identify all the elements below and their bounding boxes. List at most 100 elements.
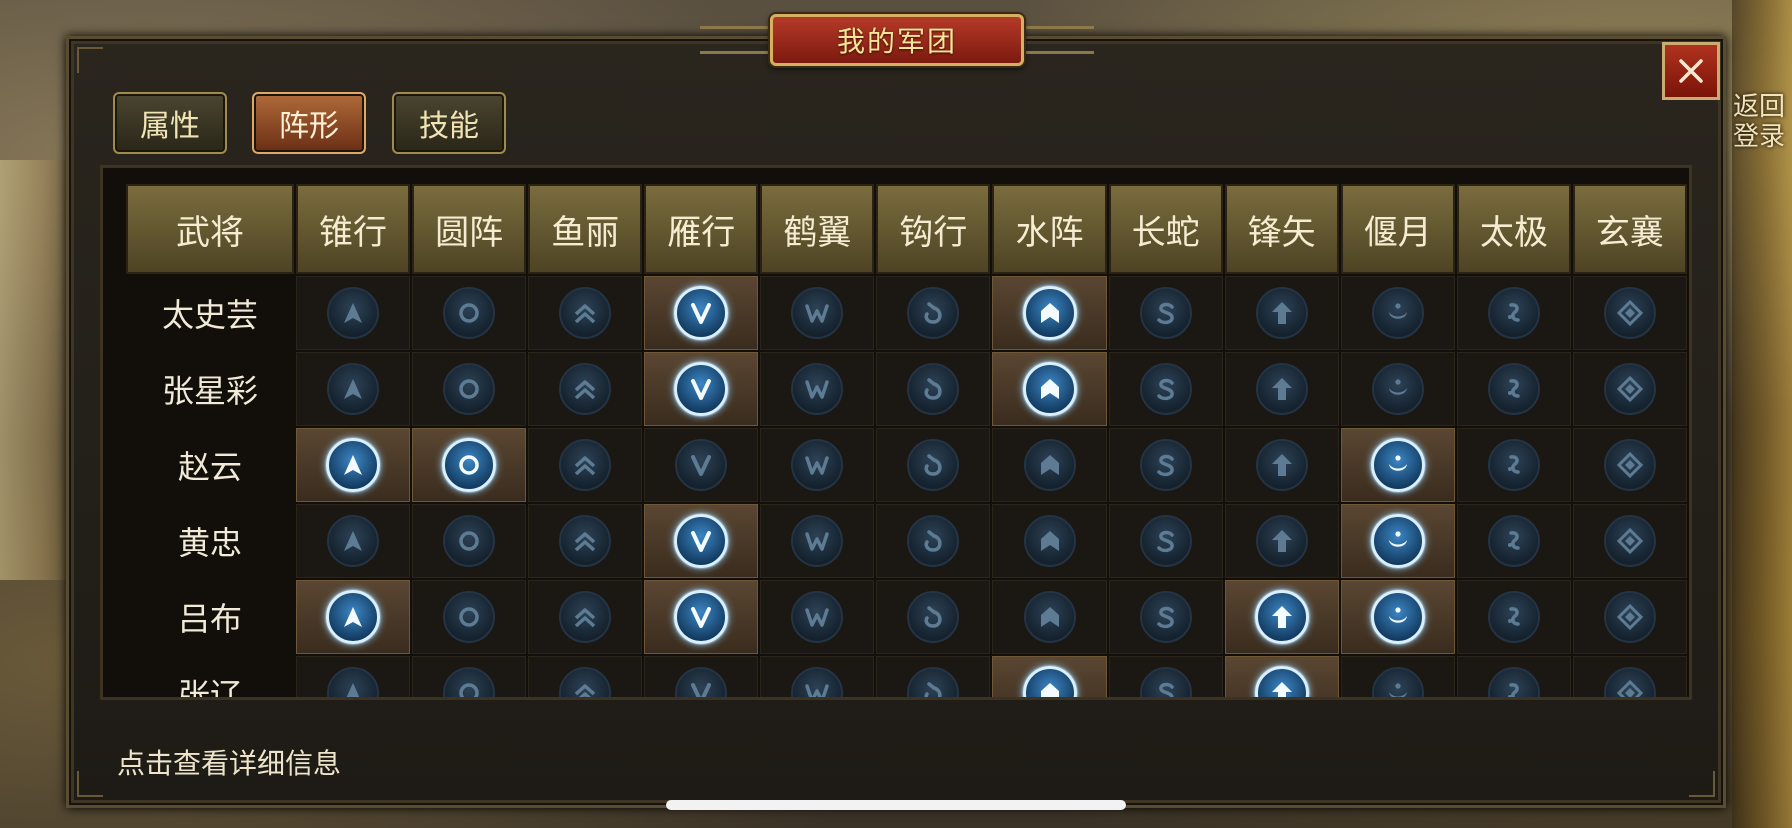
formation-cell[interactable] [1108,656,1223,697]
formation-cell[interactable] [644,428,759,502]
title-ornament-left [700,26,770,54]
formation-cell[interactable] [412,352,527,426]
formation-cell[interactable] [412,276,527,350]
formation-cell[interactable] [1456,656,1571,697]
formation-cell[interactable] [1224,428,1339,502]
formation-cell[interactable] [1572,428,1687,502]
formation-cell[interactable] [1224,580,1339,654]
formation-cell[interactable] [992,352,1107,426]
header-formation: 长蛇 [1108,184,1223,274]
formation-cell[interactable] [644,504,759,578]
house-icon [1040,455,1059,475]
crescent-icon [1388,379,1407,395]
tab-attributes[interactable]: 属性 [113,92,227,154]
formation-cell[interactable] [1224,276,1339,350]
formation-cell[interactable] [760,276,875,350]
formation-cell[interactable] [1224,504,1339,578]
formation-cell[interactable] [295,352,411,426]
formation-cell[interactable] [1572,504,1687,578]
formation-cell[interactable] [876,580,991,654]
formation-cell[interactable] [295,504,411,578]
formation-cell[interactable] [1340,352,1455,426]
close-button[interactable] [1662,42,1720,100]
formation-cell[interactable] [528,352,643,426]
v-icon [691,379,712,400]
formation-cell[interactable] [644,352,759,426]
table-row[interactable]: 张星彩 [126,352,1687,426]
formation-cell[interactable] [876,428,991,502]
formation-cell[interactable] [876,656,991,697]
formation-cell[interactable] [1108,504,1223,578]
home-indicator[interactable] [666,800,1126,810]
formation-cell[interactable] [760,504,875,578]
formation-icon [1255,439,1308,491]
formation-cell[interactable] [295,276,411,350]
formation-cell[interactable] [1456,504,1571,578]
tab-formation[interactable]: 阵形 [252,92,366,154]
formation-cell[interactable] [1108,352,1223,426]
formation-cell[interactable] [1572,580,1687,654]
formation-cell[interactable] [295,656,411,697]
formation-cell[interactable] [1108,428,1223,502]
formation-icon [1022,286,1077,340]
formation-cell[interactable] [412,656,527,697]
formation-cell[interactable] [760,656,875,697]
formation-cell[interactable] [1572,276,1687,350]
formation-cell[interactable] [528,656,643,697]
formation-cell[interactable] [1340,580,1455,654]
formation-cell[interactable] [412,504,527,578]
formation-cell[interactable] [1224,352,1339,426]
formation-cell[interactable] [528,580,643,654]
formation-cell[interactable] [876,504,991,578]
formation-cell[interactable] [644,656,759,697]
table-row[interactable]: 太史芸 [126,276,1687,350]
formation-cell[interactable] [1456,352,1571,426]
formation-cell[interactable] [412,580,527,654]
formation-cell[interactable] [1456,580,1571,654]
title-ornament-right [1024,26,1094,54]
formation-cell[interactable] [876,352,991,426]
formation-cell[interactable] [992,580,1107,654]
formation-cell[interactable] [992,504,1107,578]
s-icon [1156,606,1174,629]
formation-cell[interactable] [644,276,759,350]
formation-cell[interactable] [760,352,875,426]
formation-cell[interactable] [528,276,643,350]
arrow-up-icon [344,455,363,475]
formation-cell[interactable] [1108,580,1223,654]
formation-cell[interactable] [992,656,1107,697]
table-row[interactable]: 黄忠 [126,504,1687,578]
formation-cell[interactable] [1340,276,1455,350]
formation-cell[interactable] [760,428,875,502]
formation-cell[interactable] [1108,276,1223,350]
formation-icon [1023,439,1076,491]
formation-cell[interactable] [1224,656,1339,697]
return-login-button[interactable]: 返回登录 [1732,92,1786,152]
table-row[interactable]: 吕布 [126,580,1687,654]
formation-cell[interactable] [295,580,411,654]
formation-cell[interactable] [1572,656,1687,697]
formation-cell[interactable] [992,428,1107,502]
formation-cell[interactable] [992,276,1107,350]
formation-cell[interactable] [528,504,643,578]
formation-icon [443,515,496,567]
formation-cell[interactable] [644,580,759,654]
formation-icon [674,286,729,340]
formation-cell[interactable] [1456,276,1571,350]
formation-cell[interactable] [760,580,875,654]
formation-cell[interactable] [1340,656,1455,697]
formation-cell[interactable] [412,428,527,502]
formation-cell[interactable] [1456,428,1571,502]
w-icon [805,456,830,475]
tab-skills[interactable]: 技能 [392,92,506,154]
formation-cell[interactable] [528,428,643,502]
header-general: 武将 [126,184,294,274]
formation-cell[interactable] [1340,504,1455,578]
formation-cell[interactable] [876,276,991,350]
formation-icon [907,515,960,567]
formation-cell[interactable] [1340,428,1455,502]
table-row[interactable]: 赵云 [126,428,1687,502]
formation-cell[interactable] [1572,352,1687,426]
table-row[interactable]: 张辽 [126,656,1687,697]
formation-cell[interactable] [295,428,411,502]
